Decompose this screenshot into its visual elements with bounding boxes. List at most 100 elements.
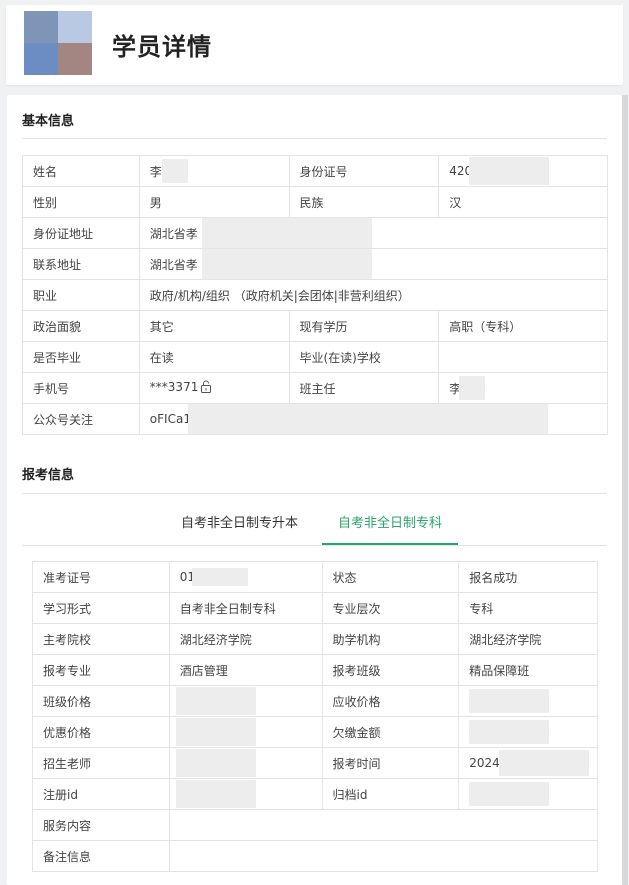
exam-info-title: 报考信息 (22, 468, 75, 483)
field-label: 状态 (321, 561, 460, 593)
field-label-text: 状态 (332, 570, 357, 585)
field-label: 民族 (288, 186, 440, 218)
field-label: 助学机构 (321, 623, 460, 655)
scrollbar[interactable] (622, 95, 628, 885)
field-label: 性别 (22, 186, 140, 218)
field-value (168, 809, 599, 841)
field-label-text: 性别 (33, 195, 58, 210)
field-value: 自考非全日制专科 (168, 592, 323, 624)
field-label-text: 欠缴金额 (332, 725, 381, 740)
field-value (168, 778, 323, 810)
field-label: 身份证地址 (22, 217, 140, 249)
field-value-text: 精品保障班 (469, 663, 530, 678)
field-value (458, 778, 598, 810)
field-label: 现有学历 (288, 310, 440, 342)
redaction-block (201, 249, 372, 279)
field-value: 政府/机构/组织 （政府机关|会团体|非营利组织） (138, 279, 609, 311)
exam-info-divider (22, 493, 607, 494)
field-value: 专科 (458, 592, 598, 624)
field-label-text: 招生老师 (43, 756, 92, 771)
basic-info-title: 基本信息 (22, 114, 75, 129)
field-value (438, 341, 608, 373)
field-label-text: 联系地址 (33, 257, 82, 272)
field-value (168, 685, 323, 717)
field-value: 湖北省孝 (138, 217, 609, 249)
field-label: 备注信息 (32, 840, 170, 872)
field-label: 报考时间 (321, 747, 460, 779)
table-row: 优惠价格 欠缴金额 (32, 716, 598, 748)
field-label-text: 身份证地址 (33, 226, 94, 241)
field-label-text: 报考时间 (332, 756, 381, 771)
redaction-block (469, 689, 550, 713)
field-label-text: 归档id (332, 787, 368, 802)
table-row: 是否毕业 在读 毕业(在读)学校 (22, 341, 608, 373)
field-value-text: 湖北省孝 (149, 226, 198, 241)
field-value-text: 专科 (469, 601, 494, 616)
tab-zhuanshengben[interactable]: 自考非全日制专升本 (165, 505, 314, 543)
redaction-block (187, 404, 548, 434)
field-value-text: ***3371 (149, 380, 199, 394)
field-value-text: 汉 (449, 195, 462, 210)
detail-card: 基本信息 姓名李身份证号 420 性别男民族汉身份证地址 湖北省孝 联系地址 湖北省孝 职业… (7, 95, 622, 885)
field-label-text: 政治面貌 (33, 319, 82, 334)
field-value-text: oFICa1 (149, 412, 191, 426)
redaction-block (161, 159, 188, 183)
field-label-text: 公众号关注 (33, 412, 94, 427)
field-value: 其它 (138, 310, 290, 342)
redaction-block (175, 780, 256, 808)
field-value-text: 其它 (149, 319, 174, 334)
field-label-text: 备注信息 (43, 849, 92, 864)
field-label-text: 助学机构 (332, 632, 381, 647)
page-header: 学员详情 (6, 5, 623, 85)
field-value: 湖北省孝 (138, 248, 609, 280)
table-row: 联系地址 湖北省孝 (22, 248, 609, 280)
field-label: 手机号 (22, 372, 140, 404)
field-label-text: 优惠价格 (43, 725, 92, 740)
redaction-block (459, 376, 486, 400)
redaction-block (191, 568, 248, 586)
field-label: 归档id (321, 778, 460, 810)
field-label: 欠缴金额 (321, 716, 460, 748)
redaction-block (469, 157, 550, 185)
exam-tabs: 自考非全日制专升本 自考非全日制专科 (22, 505, 607, 545)
field-label: 优惠价格 (32, 716, 170, 748)
field-label: 报考班级 (321, 654, 460, 686)
field-label-text: 应收价格 (332, 694, 381, 709)
field-value: 精品保障班 (458, 654, 598, 686)
lock-icon[interactable] (200, 380, 212, 396)
field-label: 公众号关注 (22, 403, 140, 435)
field-value-text: 高职（专科） (449, 319, 522, 334)
field-value: 汉 (438, 186, 608, 218)
field-label-text: 手机号 (33, 381, 70, 396)
field-label: 班级价格 (32, 685, 170, 717)
field-label-text: 身份证号 (299, 164, 348, 179)
field-label: 服务内容 (32, 809, 170, 841)
field-label-text: 准考证号 (43, 570, 92, 585)
field-label: 毕业(在读)学校 (288, 341, 440, 373)
field-label: 专业层次 (321, 592, 460, 624)
field-value: 在读 (138, 341, 290, 373)
tab-zhuanke[interactable]: 自考非全日制专科 (322, 505, 459, 545)
table-row: 报考专业 酒店管理 报考班级 精品保障班 (32, 654, 598, 686)
field-label-text: 专业层次 (332, 601, 381, 616)
field-label-text: 民族 (299, 195, 324, 210)
page-title: 学员详情 (112, 33, 212, 61)
exam-info-table: 准考证号 01 状态 报名成功 学习形式 自考非全日制专科 专业层次 专科 主考院校 湖北经济学院… (32, 561, 599, 872)
basic-info-divider (22, 138, 607, 139)
field-value (168, 747, 323, 779)
table-row: 招生老师 报考时间 2024- (32, 747, 598, 779)
field-value: oFICa1 (138, 403, 609, 435)
field-label-text: 报考班级 (332, 663, 381, 678)
field-value-text: 湖北经济学院 (179, 632, 252, 647)
field-label: 学习形式 (32, 592, 170, 624)
field-label-text: 姓名 (33, 164, 58, 179)
field-value: 2024- (458, 747, 598, 779)
field-label: 主考院校 (32, 623, 170, 655)
field-label: 联系地址 (22, 248, 140, 280)
redaction-block (175, 687, 256, 715)
field-value: 李 (438, 372, 608, 404)
field-label: 注册id (32, 778, 170, 810)
field-label: 是否毕业 (22, 341, 140, 373)
table-row: 职业 政府/机构/组织 （政府机关|会团体|非营利组织） (22, 279, 609, 311)
redaction-block (201, 218, 372, 248)
